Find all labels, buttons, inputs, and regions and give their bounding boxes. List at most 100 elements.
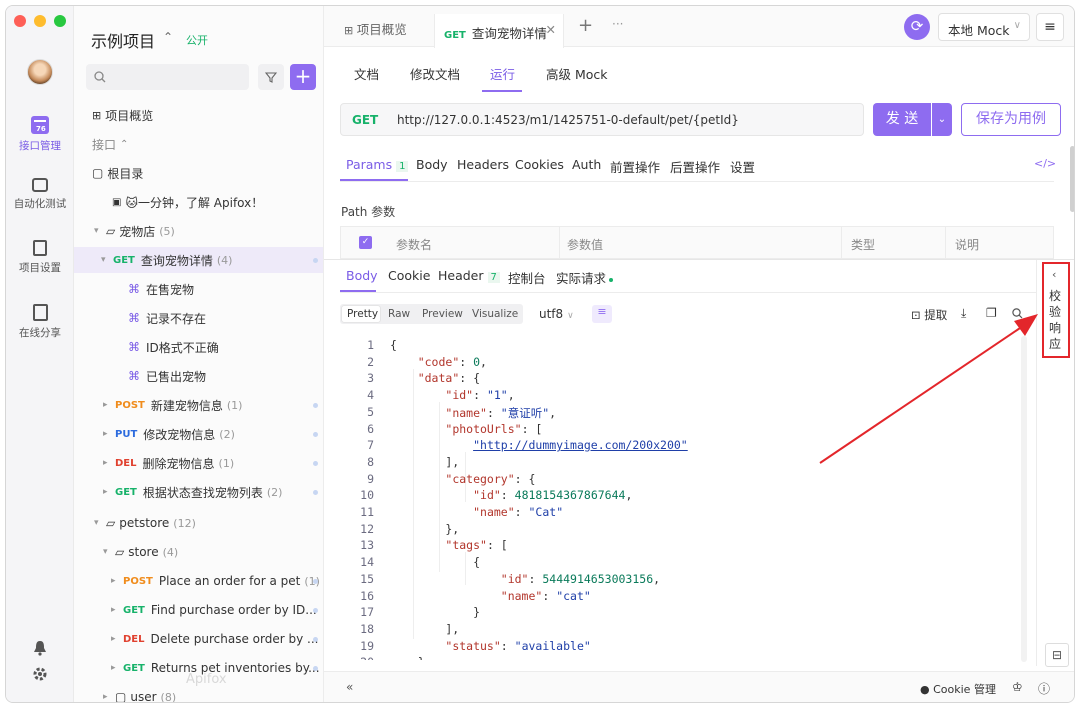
json-value: "1" [486, 388, 508, 403]
tab-console[interactable]: 控制台 [508, 268, 546, 287]
env-select[interactable]: 本地 Mock ∨ [938, 13, 1030, 41]
tab-params[interactable]: Params 1 [346, 157, 409, 172]
send-button[interactable]: 发 送 [873, 103, 931, 136]
maximize-window-button[interactable] [54, 15, 66, 27]
tab-auth[interactable]: Auth [572, 157, 601, 172]
tab-advanced-mock[interactable]: 高级 Mock [546, 64, 608, 83]
chevron-down-icon: ▾ [103, 547, 108, 557]
tree-folder-petstore-cn[interactable]: ▾ ▱ 宠物店 (5) [74, 218, 323, 244]
help-icon[interactable]: ⓘ [1038, 680, 1050, 697]
tree-section-api[interactable]: 接口 ⌃ [74, 131, 323, 157]
tab-response-body[interactable]: Body [346, 268, 378, 283]
format-visualize[interactable]: Visualize [472, 308, 518, 320]
download-icon[interactable]: ⤓ [961, 306, 966, 321]
tree-item-del-pet[interactable]: ▸ DEL 删除宠物信息 (1) [74, 450, 323, 476]
close-window-button[interactable] [14, 15, 26, 27]
layout-icon[interactable]: ⊟ [1045, 643, 1069, 667]
tree-case-on-sale[interactable]: ⌘ 在售宠物 [74, 276, 323, 302]
tab-label: 实际请求 [556, 271, 607, 286]
tab-settings[interactable]: 设置 [730, 157, 755, 176]
tree-case-not-found[interactable]: ⌘ 记录不存在 [74, 305, 323, 331]
tree-case-bad-id[interactable]: ⌘ ID格式不正确 [74, 334, 323, 360]
tree-item-intro[interactable]: ▣ 🐱一分钟，了解 Apifox！ [74, 189, 323, 215]
more-tabs-button[interactable]: ··· [612, 17, 623, 31]
tab-run[interactable]: 运行 [490, 64, 515, 83]
tab-response-cookie[interactable]: Cookie [388, 268, 430, 283]
tab-body[interactable]: Body [416, 157, 448, 172]
json-value[interactable]: "http://dummyimage.com/200x200" [473, 438, 688, 452]
chevron-updown-icon[interactable]: ⌃ [163, 30, 173, 44]
rail-item-share[interactable]: 在线分享 [6, 304, 74, 340]
method-select[interactable]: GET [352, 113, 378, 127]
window-controls [14, 15, 66, 27]
tree-item-get-pet-detail[interactable]: ▾ GET 查询宠物详情 (4) [74, 247, 323, 273]
project-name[interactable]: 示例项目 [91, 28, 155, 52]
scrollbar[interactable] [1070, 146, 1074, 212]
tree-item-store-del-order[interactable]: ▸ DEL Delete purchase order by ... [74, 626, 323, 652]
format-pretty[interactable]: Pretty [347, 308, 378, 320]
close-icon[interactable]: ✕ [546, 22, 556, 37]
collapse-panel-icon[interactable]: « [346, 680, 353, 694]
format-raw[interactable]: Raw [388, 308, 410, 320]
tree-folder-store[interactable]: ▾ ▱ store (4) [74, 539, 323, 565]
menu-icon[interactable]: ≡ [1036, 13, 1064, 41]
extract-button[interactable]: ⊡ 提取 [911, 307, 947, 323]
tree-item-store-get-order[interactable]: ▸ GET Find purchase order by ID... [74, 597, 323, 623]
cookie-manager-button[interactable]: ● Cookie 管理 [920, 681, 996, 697]
tree-case-sold[interactable]: ⌘ 已售出宠物 [74, 363, 323, 389]
validate-response-panel-toggle[interactable]: ‹ 校验响应 [1042, 262, 1070, 358]
splitter[interactable] [324, 259, 1074, 260]
divider [1036, 260, 1037, 666]
search-input[interactable] [86, 64, 249, 90]
rail-item-settings[interactable]: 项目设置 [6, 240, 74, 275]
save-as-case-button[interactable]: 保存为用例 [961, 103, 1061, 136]
sync-icon[interactable]: ⟳ [904, 14, 930, 40]
filter-button[interactable] [258, 64, 284, 90]
response-code-view[interactable]: 1 {2 "code": 0, 3 "data": {4 "id": "1", 5 "… [344, 336, 1004, 660]
encoding-select[interactable]: utf8 ∨ [539, 307, 574, 321]
tab-actual-request[interactable]: 实际请求 [556, 268, 614, 287]
copy-icon[interactable]: ❐ [986, 306, 997, 320]
tree-item-overview[interactable]: ⊞ 项目概览 [74, 102, 323, 128]
tab-cookies[interactable]: Cookies [515, 157, 564, 172]
add-tab-button[interactable]: + [578, 15, 593, 36]
gear-icon[interactable] [32, 666, 48, 682]
tree-folder-user[interactable]: ▸ ▢ user (8) [74, 684, 323, 702]
minimize-window-button[interactable] [34, 15, 46, 27]
count-badge: 1 [396, 161, 409, 172]
status-dot [313, 402, 318, 408]
select-all-checkbox[interactable]: ✓ [359, 236, 372, 249]
bell-icon[interactable] [33, 640, 47, 656]
rail-item-api[interactable]: 76 接口管理 [6, 116, 74, 153]
code-icon[interactable]: </> [1034, 157, 1056, 170]
code-scrollbar[interactable] [1021, 336, 1027, 662]
search-icon[interactable] [1012, 308, 1023, 319]
tree-item-post-pet[interactable]: ▸ POST 新建宠物信息 (1) [74, 392, 323, 418]
tree-item-store-post[interactable]: ▸POST Place an order for a pet(1) [74, 568, 323, 594]
status-dot [313, 665, 318, 671]
tree-folder-petstore[interactable]: ▾ ▱ petstore (12) [74, 510, 323, 536]
tab-pre-actions[interactable]: 前置操作 [610, 157, 660, 176]
tab-doc[interactable]: 文档 [354, 64, 379, 83]
tab-active-request[interactable]: GET 查询宠物详情 ✕ [434, 14, 564, 48]
shirt-icon[interactable]: ♔ [1012, 680, 1023, 694]
add-button[interactable]: + [290, 64, 316, 90]
tab-response-header[interactable]: Header 7 [438, 268, 500, 283]
rail-item-automation[interactable]: 自动化测试 [6, 178, 74, 211]
tab-post-actions[interactable]: 后置操作 [670, 157, 720, 176]
url-input[interactable]: http://127.0.0.1:4523/m1/1425751-0-defau… [397, 113, 739, 127]
tree-folder-root[interactable]: ▢ 根目录 [74, 160, 323, 186]
share-icon [32, 304, 48, 321]
wrap-icon[interactable]: ≡ [592, 305, 612, 323]
tree-item-put-pet[interactable]: ▸ PUT 修改宠物信息 (2) [74, 421, 323, 447]
divider [340, 292, 1036, 293]
send-dropdown-button[interactable]: ⌄ [932, 103, 952, 136]
format-preview[interactable]: Preview [422, 308, 463, 320]
tab-edit-doc[interactable]: 修改文档 [410, 64, 460, 83]
avatar[interactable] [27, 59, 53, 85]
line-number: 16 [360, 588, 374, 603]
tree-item-get-by-status[interactable]: ▸ GET 根据状态查找宠物列表 (2) [74, 479, 323, 505]
tab-headers[interactable]: Headers [457, 157, 509, 172]
folder-open-icon: ▱ [106, 516, 116, 530]
tab-overview[interactable]: ⊞ 项目概览 [344, 19, 407, 38]
